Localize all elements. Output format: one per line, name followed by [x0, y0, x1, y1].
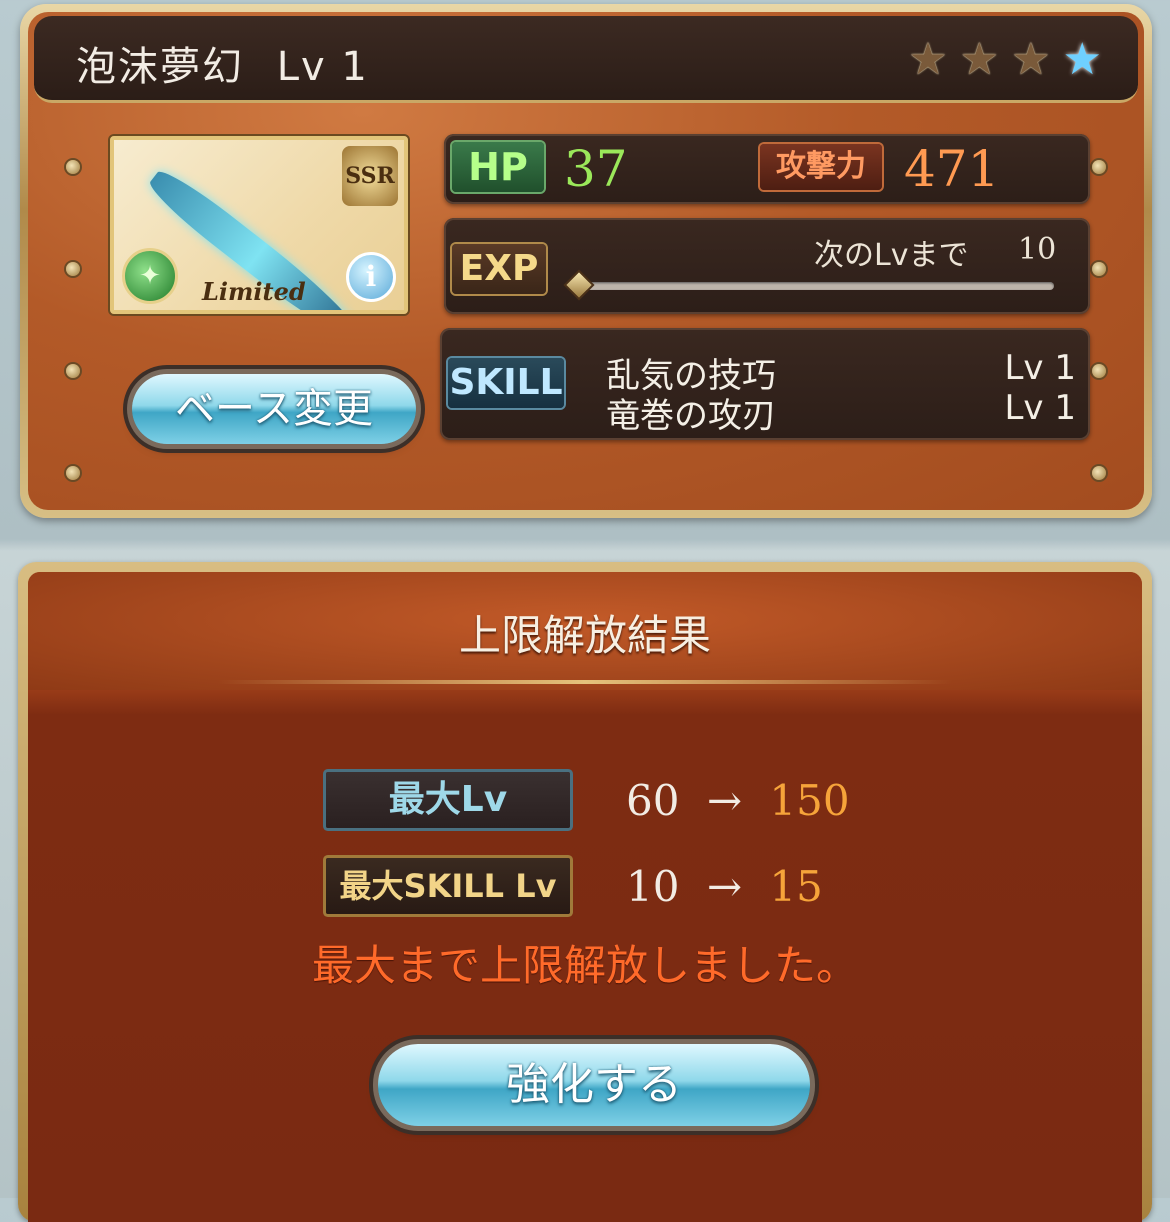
uncap-result-panel: 上限解放結果 最大Lv 60 → 150 最大SKILL Lv 10 → 15 … — [18, 562, 1152, 1222]
weapon-title-bar: 泡沫夢幻 Lv 1 ★ ★ ★ ★ — [34, 16, 1138, 103]
rarity-badge: SSR — [342, 146, 398, 206]
star-gold-icon: ★ — [959, 34, 1000, 85]
max-skill-level-from: 10 — [626, 862, 680, 911]
max-level-from: 60 — [626, 776, 680, 825]
rivet-decoration — [1092, 160, 1106, 174]
weapon-title: 泡沫夢幻 Lv 1 — [76, 34, 369, 92]
star-blue-icon: ★ — [1062, 34, 1102, 85]
limited-label: Limited — [202, 277, 306, 306]
arrow-icon: → — [706, 862, 743, 911]
hp-atk-panel: HP 37 攻撃力 471 — [444, 134, 1090, 204]
max-skill-level-change: 10 → 15 — [626, 862, 823, 911]
arrow-icon: → — [706, 776, 743, 825]
weapon-level: Lv 1 — [276, 44, 369, 90]
max-skill-level-to: 15 — [769, 862, 823, 911]
enhance-button[interactable]: 強化する — [378, 1044, 810, 1126]
uncap-result-body: 上限解放結果 最大Lv 60 → 150 最大SKILL Lv 10 → 15 … — [28, 572, 1142, 1222]
exp-panel: EXP 次のLvまで 10 — [444, 218, 1090, 314]
result-title: 上限解放結果 — [458, 611, 711, 660]
star-gold-icon: ★ — [1011, 34, 1051, 85]
rivet-decoration — [66, 160, 80, 174]
info-icon[interactable]: i — [346, 252, 396, 302]
wind-element-icon: ✦ — [122, 248, 178, 304]
result-header: 上限解放結果 — [28, 572, 1142, 690]
exp-label: EXP — [452, 244, 546, 294]
rivet-decoration — [1092, 262, 1106, 276]
skill-level: Lv 1 — [1004, 388, 1076, 428]
weapon-card-body: 泡沫夢幻 Lv 1 ★ ★ ★ ★ SSR ✦ Limited i ベース変更 — [28, 12, 1144, 510]
weapon-thumbnail[interactable]: SSR ✦ Limited i — [110, 136, 408, 314]
rivet-decoration — [1092, 466, 1106, 480]
exp-next-label: 次のLvまで — [814, 238, 969, 273]
weapon-card: 泡沫夢幻 Lv 1 ★ ★ ★ ★ SSR ✦ Limited i ベース変更 — [20, 4, 1152, 518]
skill-level: Lv 1 — [1004, 348, 1076, 388]
max-level-label: 最大Lv — [326, 772, 570, 828]
header-divider — [218, 680, 952, 684]
rivet-decoration — [66, 466, 80, 480]
exp-next-value: 10 — [1018, 232, 1057, 267]
base-change-button[interactable]: ベース変更 — [132, 374, 416, 444]
skill-name: 竜巻の攻刃 — [606, 396, 776, 436]
skill-panel: SKILL 乱気の技巧 Lv 1 竜巻の攻刃 Lv 1 — [440, 328, 1090, 440]
rivet-decoration — [66, 262, 80, 276]
hp-value: 37 — [564, 140, 628, 198]
skill-label: SKILL — [448, 358, 564, 408]
weapon-name: 泡沫夢幻 — [76, 44, 244, 90]
attack-label: 攻撃力 — [760, 144, 882, 190]
rivet-decoration — [66, 364, 80, 378]
rarity-stars: ★ ★ ★ ★ — [908, 38, 1102, 82]
rivet-decoration — [1092, 364, 1106, 378]
max-level-to: 150 — [769, 776, 850, 825]
exp-progress-bar — [584, 282, 1054, 290]
skill-item[interactable]: 竜巻の攻刃 Lv 1 — [606, 388, 1076, 437]
max-skill-level-label: 最大SKILL Lv — [326, 858, 570, 914]
attack-value: 471 — [904, 140, 1000, 198]
hp-label: HP — [452, 142, 544, 192]
uncap-complete-message: 最大まで上限解放しました。 — [311, 941, 858, 990]
max-level-change: 60 → 150 — [626, 776, 850, 825]
exp-progress-knob — [563, 269, 595, 301]
star-gold-icon: ★ — [908, 34, 948, 85]
